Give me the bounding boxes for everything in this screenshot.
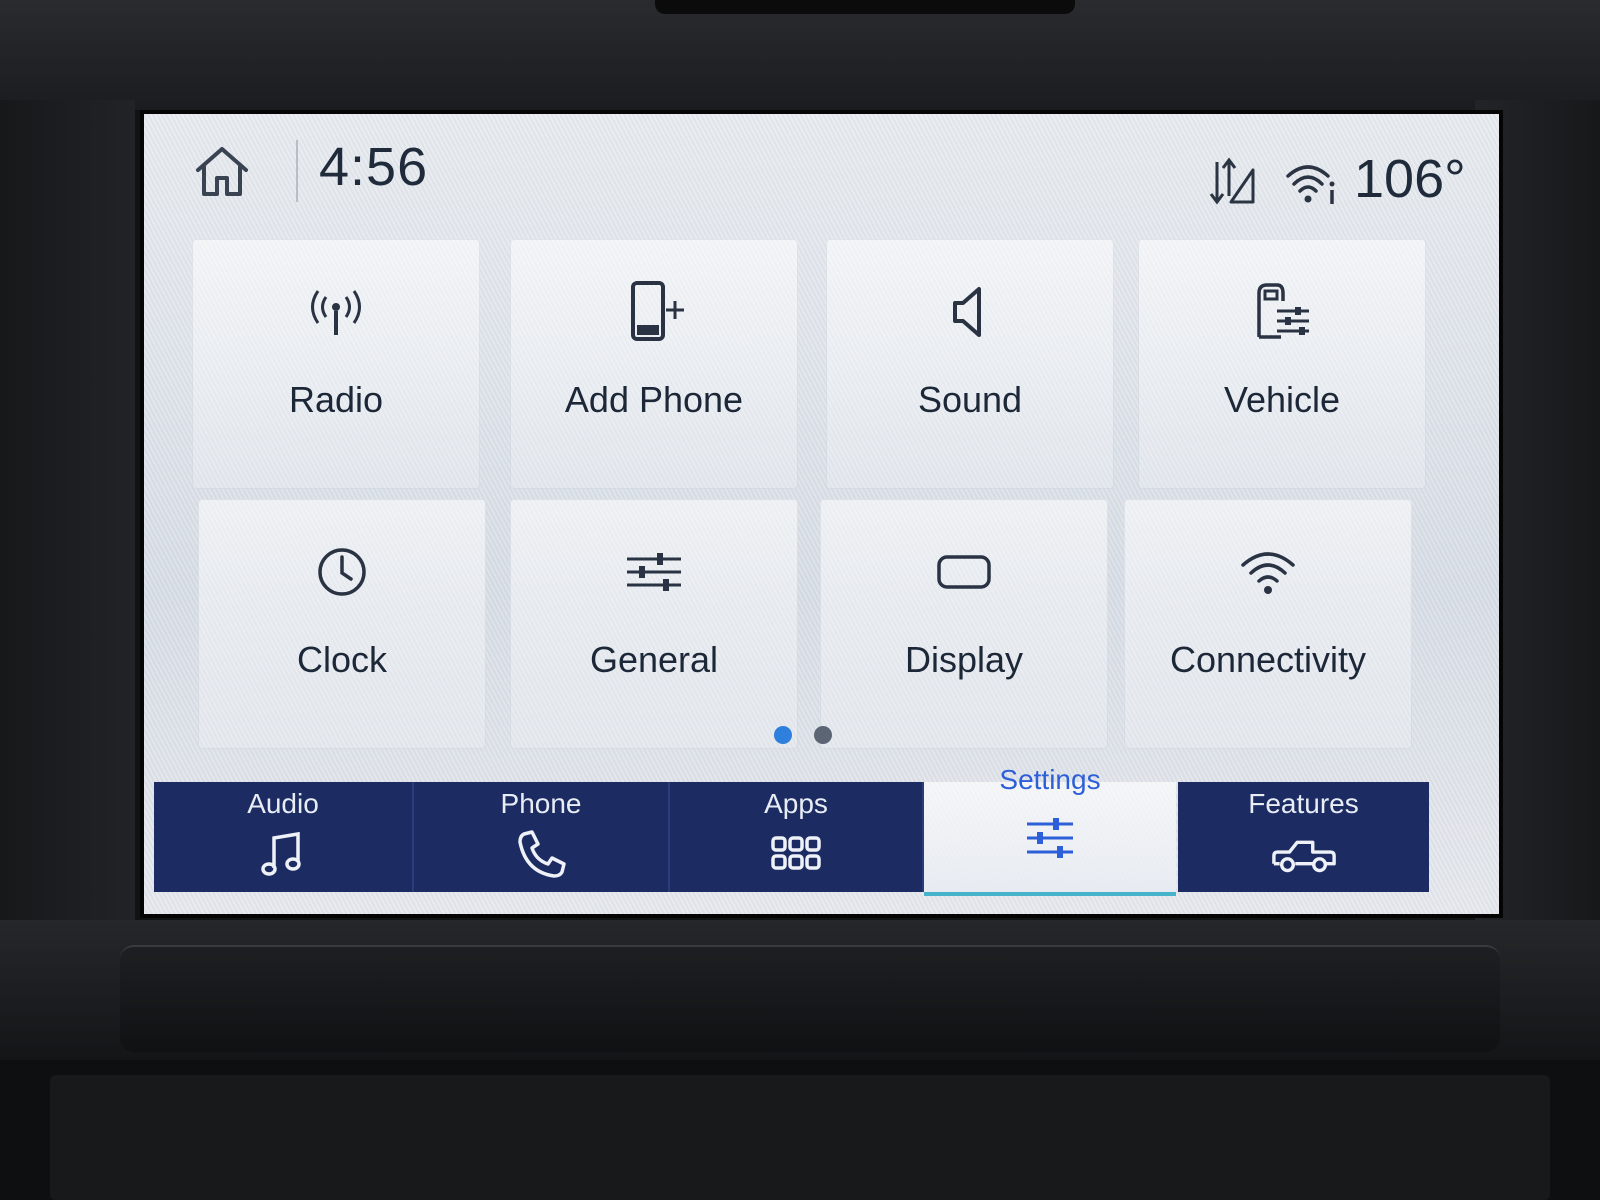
wifi-icon [1241, 552, 1295, 594]
clock-icon [318, 548, 366, 596]
tile-label: Display [904, 639, 1024, 680]
dashboard-vent-slot [655, 0, 1075, 14]
status-divider [296, 140, 298, 202]
tile-sound[interactable]: Sound [826, 239, 1114, 489]
tile-label: Vehicle [1223, 379, 1341, 420]
tile-clock[interactable]: Clock [198, 499, 486, 749]
nav-label: Apps [764, 788, 828, 819]
speaker-icon [953, 287, 981, 337]
dashboard-ledge-lip [120, 945, 1500, 1052]
tile-radio[interactable]: Radio [192, 239, 480, 489]
apps-grid-icon [771, 836, 821, 870]
home-icon [196, 147, 248, 196]
clock-time: 4:56 [319, 137, 429, 197]
tile-label: Clock [296, 639, 388, 680]
tile-add-phone[interactable]: Add Phone [510, 239, 798, 489]
nav-tab-phone[interactable]: Phone [414, 782, 670, 892]
tile-label: Sound [917, 379, 1023, 420]
tile-general[interactable]: General [510, 499, 798, 749]
sliders-icon [627, 553, 681, 591]
status-bar: 4:56 106° [144, 114, 1499, 224]
music-note-icon [261, 831, 301, 876]
nav-label: Settings [999, 764, 1101, 795]
truck-icon [1271, 840, 1336, 873]
tile-label: Add Phone [564, 379, 744, 420]
nav-label: Phone [500, 788, 582, 819]
pager-dot-active[interactable] [774, 726, 792, 744]
pager-dot[interactable] [814, 726, 832, 744]
settings-sliders-icon [1027, 818, 1073, 858]
phone-handset-icon [518, 830, 566, 878]
dashboard-bezel-top [0, 0, 1600, 110]
vehicle-settings-icon [1257, 283, 1309, 339]
tile-connectivity[interactable]: Connectivity [1124, 499, 1412, 749]
home-button[interactable] [192, 144, 252, 198]
tile-vehicle[interactable]: Vehicle [1138, 239, 1426, 489]
display-icon [937, 555, 991, 589]
nav-tab-features[interactable]: Features [1178, 782, 1429, 892]
nav-tab-apps[interactable]: Apps [670, 782, 924, 892]
tile-display[interactable]: Display [820, 499, 1108, 749]
dashboard-bezel-left [0, 100, 135, 930]
nav-tab-settings[interactable]: Settings [924, 764, 1176, 896]
wifi-status-icon [1284, 158, 1338, 208]
nav-label: Audio [247, 788, 319, 819]
tile-label: Connectivity [1169, 639, 1367, 680]
data-connection-icon [1207, 156, 1259, 208]
tile-label: Radio [288, 379, 384, 420]
infotainment-screen: 4:56 106° Radio Add Phone Sound Vehicle … [140, 110, 1503, 918]
nav-tab-audio[interactable]: Audio [154, 782, 414, 892]
radio-antenna-icon [311, 290, 361, 335]
add-phone-icon [631, 281, 684, 341]
tile-label: General [589, 639, 719, 680]
bottom-navigation: Audio Phone Apps Settings Features [154, 764, 1429, 896]
nav-label: Features [1248, 788, 1359, 819]
outside-temperature: 106° [1354, 149, 1466, 209]
dashboard-lower-panel-inset [50, 1075, 1550, 1200]
